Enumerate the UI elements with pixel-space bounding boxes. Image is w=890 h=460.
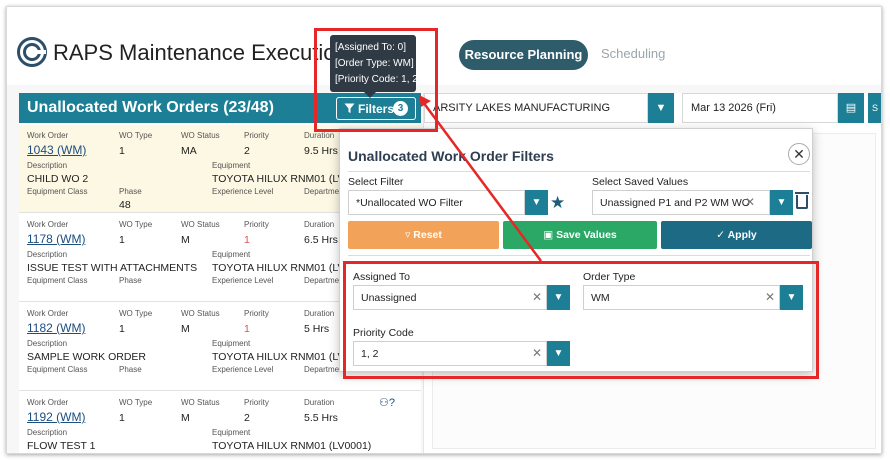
- app-window: RAPS Maintenance Execution P Resource Pl…: [6, 6, 882, 454]
- callout-arrow: [419, 95, 543, 262]
